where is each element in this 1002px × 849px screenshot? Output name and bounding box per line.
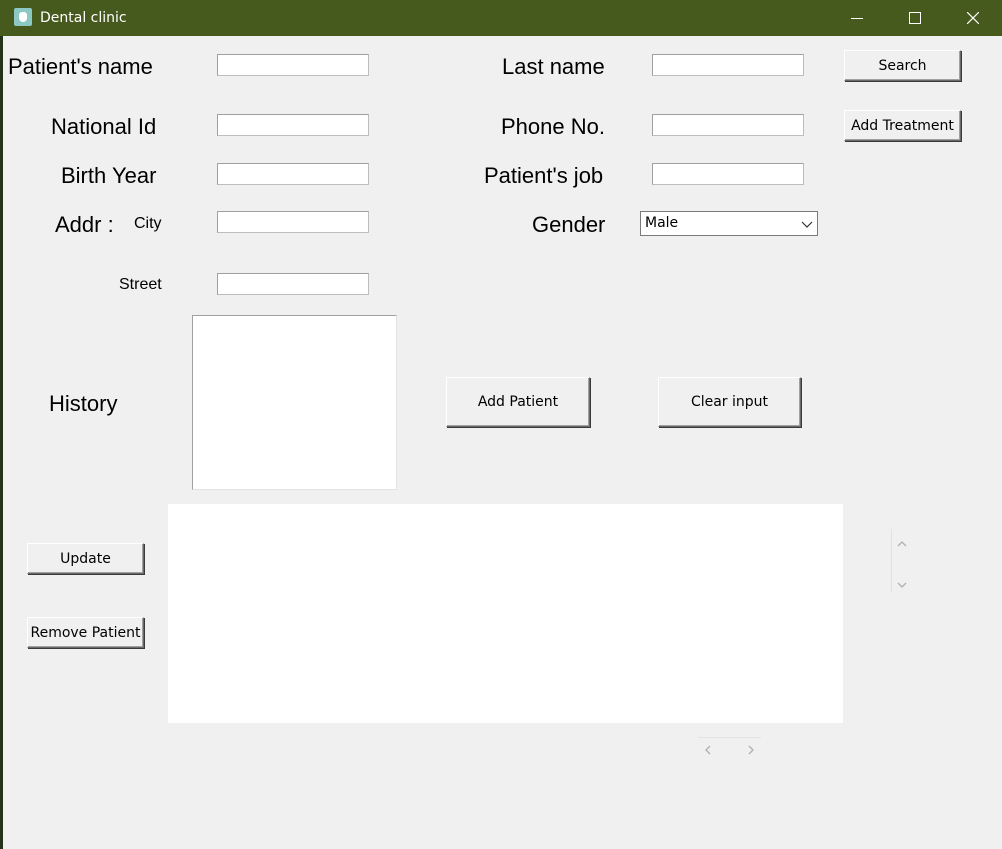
- street-input[interactable]: [217, 273, 369, 295]
- scroll-down-icon[interactable]: [896, 576, 908, 595]
- city-label: City: [134, 215, 162, 232]
- scroll-right-icon[interactable]: [746, 741, 756, 760]
- birth-year-label: Birth Year: [61, 163, 157, 188]
- tooth-app-icon: [14, 8, 32, 26]
- update-button[interactable]: Update: [27, 543, 144, 574]
- patient-name-label: Patient's name: [8, 54, 153, 79]
- close-button[interactable]: [944, 0, 1002, 36]
- title-bar: Dental clinic: [0, 0, 1002, 36]
- maximize-button[interactable]: [886, 0, 944, 36]
- last-name-label: Last name: [502, 54, 605, 79]
- window-frame-edge: [0, 36, 3, 849]
- patient-job-input[interactable]: [652, 163, 804, 185]
- address-label: Addr :: [55, 212, 114, 237]
- birth-year-input[interactable]: [217, 163, 369, 185]
- add-patient-button[interactable]: Add Patient: [446, 377, 590, 427]
- horizontal-scrollbar[interactable]: [698, 737, 761, 738]
- window-title: Dental clinic: [40, 10, 127, 26]
- chevron-down-icon: [801, 218, 813, 234]
- patient-list[interactable]: [168, 504, 843, 723]
- minimize-button[interactable]: [828, 0, 886, 36]
- phone-label: Phone No.: [501, 114, 605, 139]
- last-name-input[interactable]: [652, 54, 804, 76]
- city-input[interactable]: [217, 211, 369, 233]
- minimize-icon: [851, 12, 863, 24]
- national-id-input[interactable]: [217, 114, 369, 136]
- scroll-up-icon[interactable]: [896, 533, 908, 552]
- clear-input-button[interactable]: Clear input: [658, 377, 801, 427]
- close-icon: [967, 12, 979, 24]
- gender-label: Gender: [532, 212, 606, 237]
- add-treatment-button[interactable]: Add Treatment: [844, 110, 961, 141]
- history-label: History: [49, 391, 118, 416]
- phone-input[interactable]: [652, 114, 804, 136]
- gender-select[interactable]: Male: [640, 211, 818, 236]
- search-button[interactable]: Search: [844, 50, 961, 81]
- gender-selected-value: Male: [645, 215, 679, 231]
- maximize-icon: [909, 12, 921, 24]
- national-id-label: National Id: [51, 114, 157, 139]
- vertical-scrollbar[interactable]: [891, 529, 892, 592]
- remove-patient-button[interactable]: Remove Patient: [27, 617, 144, 648]
- history-textarea[interactable]: [192, 315, 397, 490]
- street-label: Street: [119, 276, 162, 293]
- patient-job-label: Patient's job: [484, 163, 604, 188]
- scroll-left-icon[interactable]: [703, 741, 713, 760]
- patient-name-input[interactable]: [217, 54, 369, 76]
